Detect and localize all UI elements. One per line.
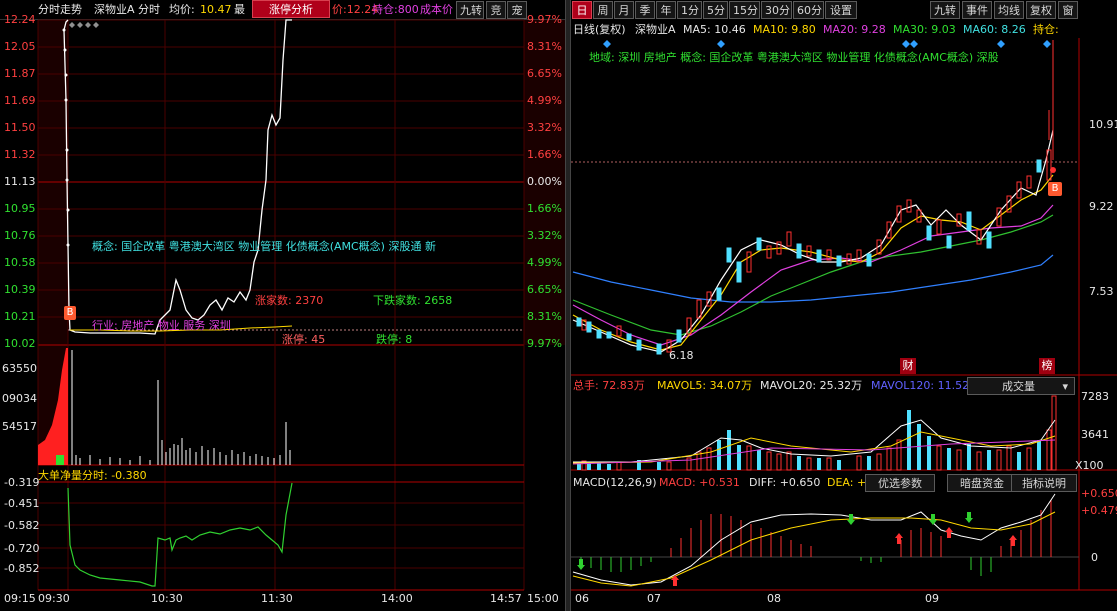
rank-badge-text: 榜 [1041, 359, 1053, 372]
left-price-tick: 10.39 [4, 283, 36, 296]
month-tick: 07 [647, 592, 661, 605]
big-order-label: 大单净量分时: -0.380 [38, 469, 147, 482]
left-price-tick: 10.21 [4, 310, 36, 323]
pct-tick: 1.66% [527, 148, 562, 161]
kline-vol-tick: 3641 [1081, 428, 1109, 441]
pct-tick: 8.31% [527, 310, 562, 323]
big-order-tick: -0.582 [4, 519, 40, 532]
total-volume: 总手: 72.83万 [573, 379, 645, 392]
pct-tick: 3.32% [527, 229, 562, 242]
pct-tick: 4.99% [527, 94, 562, 107]
macd-header: MACD(12,26,9) MACD: +0.531 DIFF: +0.650 … [571, 473, 871, 492]
finance-badge-text: 财 [902, 359, 914, 372]
left-price-tick: 12.24 [4, 13, 36, 26]
kline-price-tick: 7.53 [1089, 285, 1114, 298]
macd-value: MACD: +0.531 [659, 476, 740, 489]
macd-tick: +0.650 [1081, 487, 1117, 500]
big-order-tick: -0.720 [4, 542, 40, 555]
down-count: 下跌家数: 2658 [373, 294, 453, 307]
time-tick: 10:30 [151, 592, 183, 605]
kline-buy-badge-text: B [1051, 183, 1059, 194]
left-price-tick: 10.76 [4, 229, 36, 242]
big-order-tick: -0.451 [4, 497, 40, 510]
kline-price-tick: 9.22 [1089, 200, 1114, 213]
dea-value: DEA: + [827, 476, 867, 489]
time-tick: 11:30 [261, 592, 293, 605]
diff-value: DIFF: +0.650 [749, 476, 821, 489]
buy-badge[interactable]: B [64, 306, 76, 320]
up-count: 涨家数: 2370 [255, 294, 324, 307]
macd-name: MACD(12,26,9) [573, 476, 657, 489]
month-tick: 06 [575, 592, 589, 605]
kline-panel: 日 周 月 季 年 1分 5分 15分 30分 60分 设置 九转 事件 均线 … [571, 0, 1117, 611]
indicator-help-button[interactable]: 指标说明 [1011, 474, 1077, 492]
vol-tick: 09034 [2, 392, 37, 405]
intraday-panel: 分时走势 深物业A 分时 均价: 10.47 最 价:12.24 持仓:800 … [0, 0, 565, 611]
left-price-tick: 10.02 [4, 337, 36, 350]
buy-badge-text: B [66, 307, 74, 318]
optimize-params-button[interactable]: 优选参数 [865, 474, 935, 492]
kline-candles [576, 40, 1054, 355]
industry-line: 行业: 房地产 物业 服务 深圳 [92, 319, 231, 332]
left-price-tick: 11.13 [4, 175, 36, 188]
limit-up-count: 涨停: 45 [282, 333, 326, 346]
big-order-tick: -0.319 [4, 476, 40, 489]
mavol20: MAVOL20: 25.32万 [760, 379, 863, 392]
macd-tick: 0 [1091, 551, 1098, 564]
pct-tick: 6.65% [527, 67, 562, 80]
vol-tick: 63550 [2, 362, 37, 375]
pct-tick: 8.31% [527, 40, 562, 53]
kline-buy-badge[interactable]: B [1048, 182, 1062, 196]
pct-tick: 4.99% [527, 256, 562, 269]
time-tick: 09:30 [38, 592, 70, 605]
chevron-down-icon: ▾ [1062, 380, 1068, 393]
left-price-tick: 10.58 [4, 256, 36, 269]
time-tick: 15:00 [527, 592, 559, 605]
volume-indicator-select[interactable]: 成交量 ▾ [967, 377, 1075, 395]
pct-tick: 0.00% [527, 175, 562, 188]
time-tick: 14:00 [381, 592, 413, 605]
month-tick: 09 [925, 592, 939, 605]
big-order-tick: -0.852 [4, 562, 40, 575]
limit-down-count: 跌停: 8 [376, 333, 413, 346]
pct-tick: 1.66% [527, 202, 562, 215]
left-price-tick: 11.50 [4, 121, 36, 134]
pct-tick: 9.97% [527, 337, 562, 350]
dark-pool-button[interactable]: 暗盘资金 [947, 474, 1017, 492]
pct-tick: 3.32% [527, 121, 562, 134]
rank-badge[interactable]: 榜 [1039, 358, 1055, 374]
month-tick: 08 [767, 592, 781, 605]
kline-vol-tick: 7283 [1081, 390, 1109, 403]
left-price-tick: 11.87 [4, 67, 36, 80]
volume-select-label: 成交量 [1002, 380, 1035, 393]
left-price-tick: 11.32 [4, 148, 36, 161]
kline-vol-tick: X100 [1075, 459, 1104, 472]
kline-price-tick: 10.91 [1089, 118, 1117, 131]
kline-chart [571, 38, 1117, 591]
kline-low-label: 6.18 [669, 349, 694, 362]
vol-tick: 54517 [2, 420, 37, 433]
left-price-tick: 12.05 [4, 40, 36, 53]
time-tick: 09:15 [4, 592, 36, 605]
time-tick: 14:57 [490, 592, 522, 605]
concept-line: 概念: 国企改革 粤港澳大湾区 物业管理 化债概念(AMC概念) 深股通 新 [92, 240, 436, 253]
left-price-tick: 11.69 [4, 94, 36, 107]
mavol5: MAVOL5: 34.07万 [657, 379, 753, 392]
pct-tick: 6.65% [527, 283, 562, 296]
finance-badge[interactable]: 财 [900, 358, 916, 374]
left-price-tick: 10.95 [4, 202, 36, 215]
mavol120: MAVOL120: 11.52 [871, 379, 970, 392]
macd-tick: +0.479 [1081, 504, 1117, 517]
pct-tick: 9.97% [527, 13, 562, 26]
